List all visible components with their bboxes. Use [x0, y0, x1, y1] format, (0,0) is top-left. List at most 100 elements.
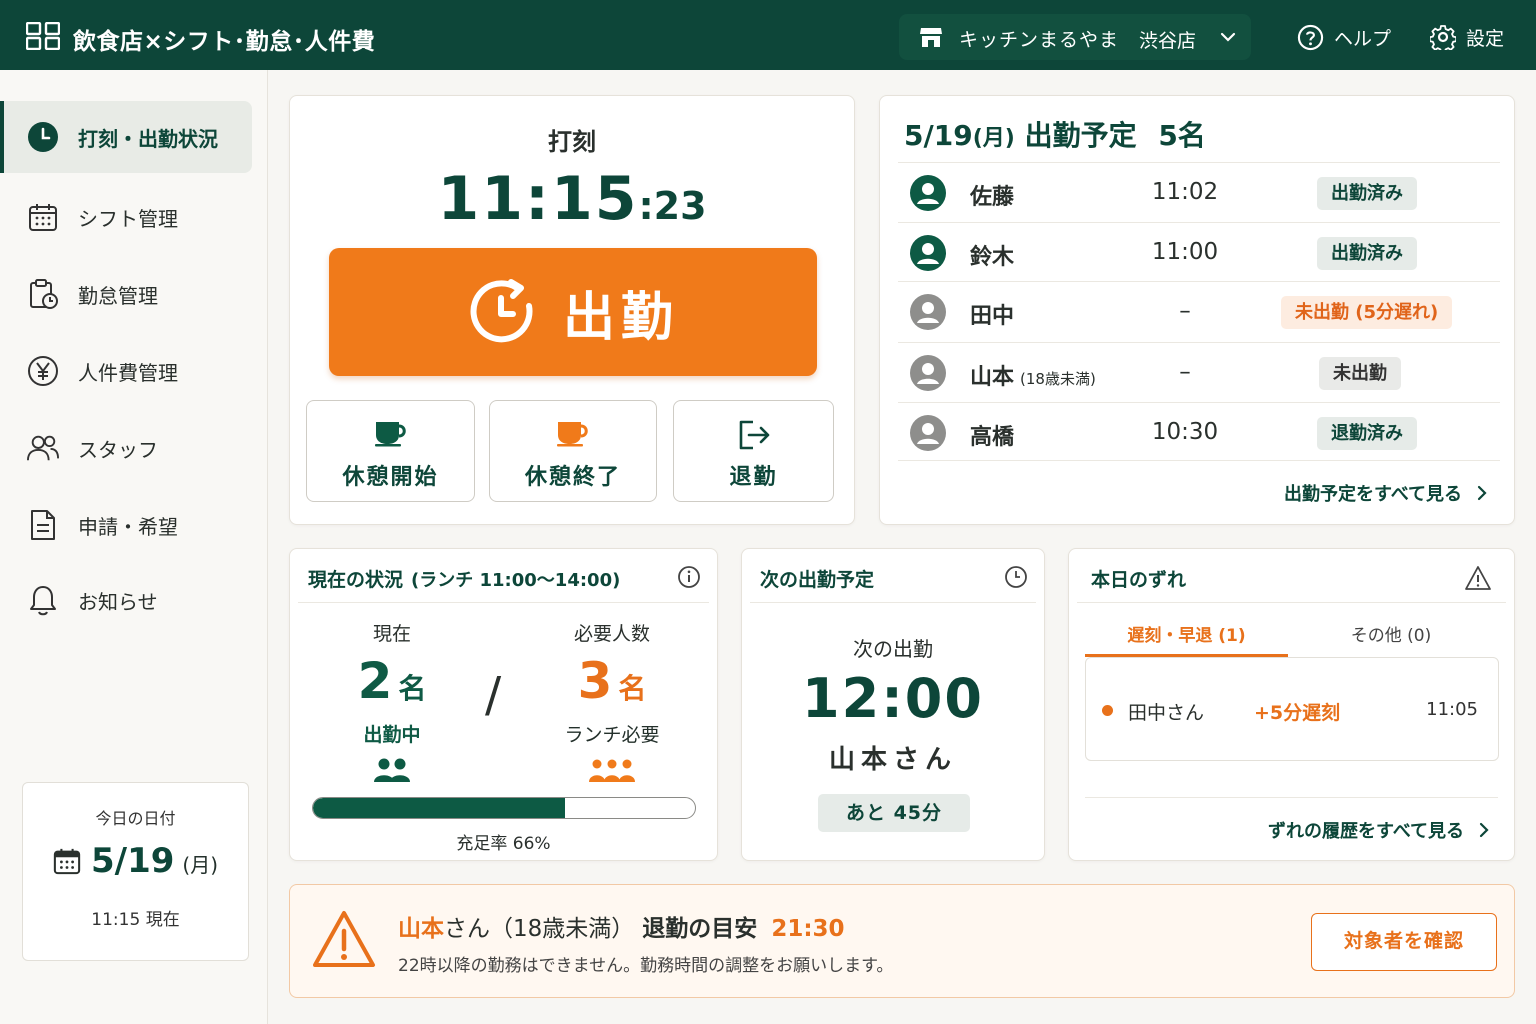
- user-avatar-icon: [910, 175, 946, 211]
- schedule-row[interactable]: 鈴木 11:00 出勤済み: [898, 222, 1500, 281]
- next-shift-title: 次の出勤予定: [760, 569, 875, 591]
- next-shift-name: 山本さん: [828, 745, 957, 775]
- required-label: 必要人数: [573, 623, 650, 645]
- deviation-list-item[interactable]: 田中さん +5分遅刻 11:05: [1085, 657, 1499, 761]
- help-label: ヘルプ: [1334, 27, 1392, 50]
- divider: [1077, 602, 1506, 603]
- required-staff-stat: 必要人数 3名 ランチ必要: [522, 619, 702, 783]
- sidebar-item-staff[interactable]: スタッフ: [0, 412, 252, 484]
- staff-name: 鈴木: [970, 245, 1015, 270]
- schedule-dow: (月): [972, 126, 1015, 151]
- alert-description: 22時以降の勤務はできません。勤務時間の調整をお願いします。: [398, 956, 894, 976]
- deviation-staff-name: 田中さん: [1128, 702, 1205, 724]
- break-start-button[interactable]: 休憩開始: [306, 400, 475, 502]
- next-shift-label: 次の出勤: [853, 637, 933, 661]
- alert-staff-suffix: さん（18歳未満）: [444, 916, 635, 942]
- sidebar-item-label: 人件費管理: [78, 360, 178, 385]
- top-header: 飲食店×シフト･勤怠･人件費 キッチンまるやま 渋谷店 ヘルプ 設定: [0, 0, 1536, 70]
- status-badge: 出勤済み: [1317, 237, 1417, 270]
- document-icon: [27, 509, 59, 541]
- fill-rate-progress-fill: [313, 798, 566, 818]
- user-avatar-icon: [910, 415, 946, 451]
- calendar-icon: [27, 201, 59, 233]
- sidebar-item-label: シフト管理: [78, 206, 178, 231]
- minor-note: (18歳未満): [1020, 370, 1096, 388]
- sidebar-item-punch[interactable]: 打刻・出勤状況: [0, 101, 252, 173]
- punch-title: 打刻: [548, 128, 596, 156]
- sidebar-item-labor-cost[interactable]: 人件費管理: [0, 335, 252, 407]
- store-icon: [920, 28, 942, 47]
- required-caption: ランチ必要: [564, 724, 660, 746]
- alert-time: 21:30: [771, 916, 845, 942]
- current-clock: 11:15:23: [290, 164, 854, 234]
- today-date-label: 今日の日付: [95, 809, 176, 828]
- sidebar-item-requests[interactable]: 申請・希望: [0, 489, 252, 561]
- sidebar: 打刻・出勤状況 シフト管理 勤怠管理 人件費管理 スタッフ 申請・希望 お知らせ…: [0, 70, 268, 1024]
- divider: [298, 602, 709, 603]
- break-end-button[interactable]: 休憩終了: [489, 400, 657, 502]
- tab-other[interactable]: その他 (0): [1288, 621, 1494, 657]
- clipboard-clock-icon: [27, 278, 59, 310]
- alert-staff-name: 山本: [398, 916, 444, 942]
- clock-in-label: 出勤: [562, 287, 679, 348]
- people-group-icon: [589, 759, 635, 782]
- status-badge: 未出勤 (5分遅れ): [1281, 296, 1453, 329]
- store-name: キッチンまるやま: [959, 29, 1120, 51]
- clock-time: 11:02: [1151, 179, 1219, 205]
- people-icon: [27, 432, 59, 464]
- schedule-row[interactable]: 田中 – 未出勤 (5分遅れ): [898, 281, 1500, 340]
- schedule-heading: 出勤予定: [1024, 119, 1137, 152]
- user-avatar-icon: [910, 235, 946, 271]
- status-dot: [1102, 705, 1113, 716]
- punch-card: 打刻 11:15:23 出勤 休憩開始 休憩終了 退勤: [289, 95, 855, 525]
- next-shift-time: 12:00: [802, 667, 984, 730]
- user-avatar-icon: [910, 355, 946, 391]
- deviation-time: 11:05: [1426, 699, 1478, 720]
- schedule-row[interactable]: 佐藤 11:02 出勤済み: [898, 162, 1500, 221]
- clock-time: 10:30: [1151, 419, 1219, 445]
- info-icon[interactable]: [677, 565, 701, 589]
- settings-button[interactable]: 設定: [1430, 23, 1504, 51]
- clock-icon: [27, 121, 59, 153]
- see-all-schedule-link[interactable]: 出勤予定をすべて見る: [1284, 480, 1488, 506]
- sidebar-item-label: 打刻・出勤状況: [78, 126, 218, 151]
- sidebar-item-label: お知らせ: [78, 589, 158, 614]
- sidebar-item-shift[interactable]: シフト管理: [0, 181, 252, 253]
- current-count: 2名: [302, 654, 482, 716]
- divider: [750, 602, 1036, 603]
- tab-late-early[interactable]: 遅刻・早退 (1): [1085, 621, 1288, 657]
- clock-rotate-icon: [470, 279, 533, 343]
- next-shift-card: 次の出勤予定 次の出勤 12:00 山本さん あと 45分: [741, 548, 1045, 861]
- schedule-row[interactable]: 高橋 10:30 退勤済み: [898, 402, 1500, 461]
- sidebar-item-attendance[interactable]: 勤怠管理: [0, 258, 252, 330]
- fill-rate-progress: [312, 797, 696, 819]
- store-selector[interactable]: キッチンまるやま 渋谷店: [899, 14, 1251, 60]
- required-count: 3名: [522, 654, 702, 716]
- see-all-deviation-link[interactable]: ずれの履歴をすべて見る: [1268, 817, 1490, 843]
- current-status-card: 現在の状況 (ランチ 11:00〜14:00) 現在 2名 出勤中 / 必要人数 …: [289, 548, 718, 861]
- current-time-label: 11:15 現在: [91, 910, 180, 930]
- settings-label: 設定: [1466, 27, 1505, 50]
- schedule-card: 5/19(月) 出勤予定 5名 佐藤 11:02 出勤済み 鈴木 11:00 出…: [879, 95, 1515, 525]
- current-label: 現在: [372, 623, 411, 645]
- see-all-schedule-label: 出勤予定をすべて見る: [1283, 484, 1462, 505]
- chevron-right-icon: [1479, 822, 1489, 838]
- status-badge: 出勤済み: [1317, 177, 1417, 210]
- sidebar-item-label: 申請・希望: [78, 514, 178, 539]
- chevron-right-icon: [1477, 485, 1487, 501]
- staff-name: 田中: [970, 304, 1015, 329]
- check-target-button[interactable]: 対象者を確認: [1311, 913, 1497, 971]
- help-icon: [1297, 24, 1324, 50]
- clock-in-button[interactable]: 出勤: [329, 248, 817, 376]
- warning-icon: [1465, 566, 1491, 590]
- current-caption: 出勤中: [363, 724, 421, 746]
- clock-out-button[interactable]: 退勤: [673, 400, 834, 502]
- schedule-row[interactable]: 山本 (18歳未満) – 未出勤: [898, 342, 1500, 401]
- help-button[interactable]: ヘルプ: [1297, 23, 1391, 51]
- fill-rate-label: 充足率 66%: [456, 834, 551, 854]
- staff-name: 高橋: [970, 425, 1015, 450]
- deviation-card: 本日のずれ 遅刻・早退 (1) その他 (0) 田中さん +5分遅刻 11:05…: [1068, 548, 1515, 861]
- status-subtitle: (ランチ 11:00〜14:00): [411, 570, 621, 591]
- sidebar-item-notices[interactable]: お知らせ: [0, 564, 252, 636]
- staff-name-text: 山本: [970, 365, 1015, 390]
